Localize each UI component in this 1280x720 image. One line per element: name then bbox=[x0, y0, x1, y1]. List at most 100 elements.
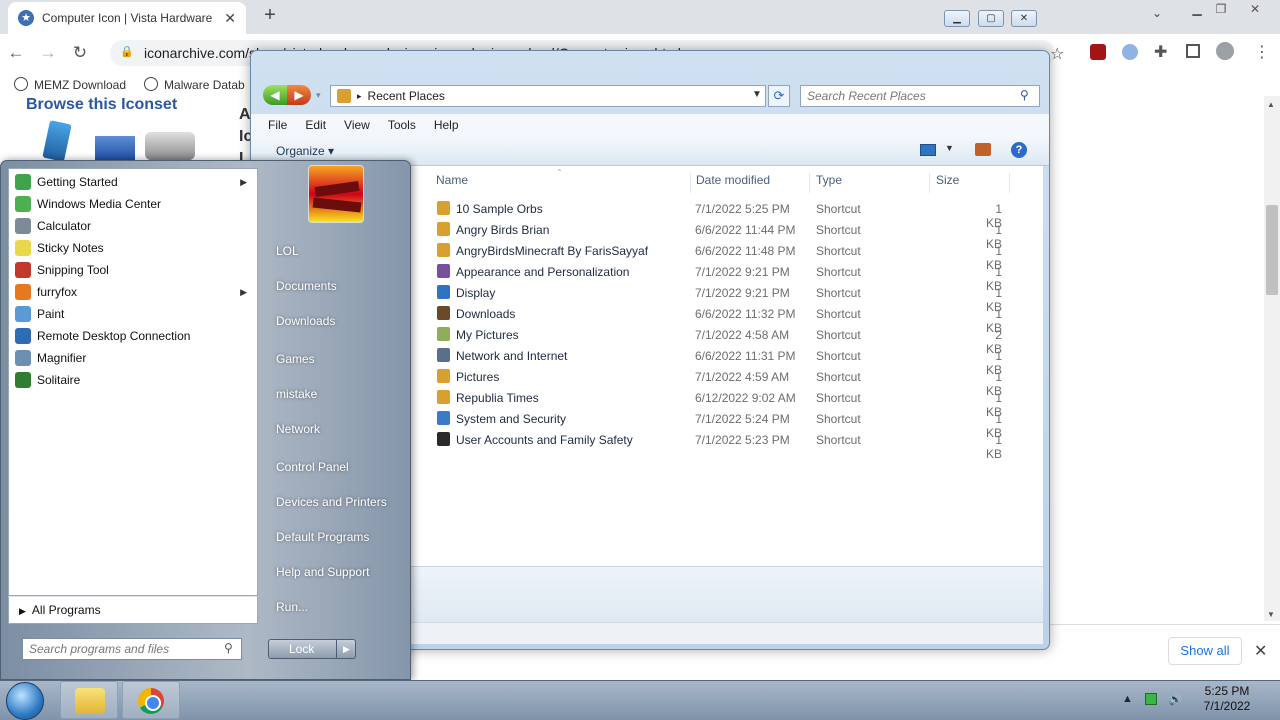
sidepanel-icon[interactable] bbox=[1186, 44, 1200, 58]
iconset-thumbnails[interactable] bbox=[40, 120, 200, 162]
chevron-down-icon[interactable]: ▼ bbox=[752, 89, 762, 100]
show-all-button[interactable]: Show all bbox=[1168, 637, 1242, 665]
file-row[interactable]: User Accounts and Family Safety 7/1/2022 … bbox=[430, 429, 1050, 461]
file-row[interactable]: Pictures 7/1/2022 4:59 AM Shortcut 1 KB bbox=[430, 366, 1050, 398]
back-arrow-icon[interactable]: ← bbox=[0, 43, 32, 63]
extension-icon[interactable] bbox=[1122, 44, 1138, 60]
tab-active[interactable]: ★ Computer Icon | Vista Hardware ✕ bbox=[8, 2, 246, 34]
help-icon[interactable]: ? bbox=[1011, 142, 1027, 158]
star-bookmark-icon[interactable]: ☆ bbox=[1050, 44, 1064, 64]
column-type[interactable]: Type bbox=[816, 173, 930, 193]
close-icon[interactable]: ✕ bbox=[1254, 641, 1267, 661]
extension-icon[interactable] bbox=[1090, 44, 1106, 60]
start-link[interactable]: Downloads bbox=[266, 308, 406, 334]
bookmark-item[interactable]: MEMZ Download bbox=[14, 76, 126, 92]
bookmark-item[interactable]: Malware Datab bbox=[144, 76, 245, 92]
search-icon[interactable]: ⚲ bbox=[1020, 88, 1029, 102]
start-link[interactable]: mistake bbox=[266, 381, 406, 407]
program-item[interactable]: Magnifier bbox=[9, 347, 257, 369]
reload-icon[interactable]: ↻ bbox=[64, 43, 96, 63]
restore-icon[interactable]: ❐ bbox=[1206, 0, 1236, 18]
program-item[interactable]: Remote Desktop Connection bbox=[9, 325, 257, 347]
program-item[interactable]: Windows Media Center bbox=[9, 193, 257, 215]
file-row[interactable]: Display 7/1/2022 9:21 PM Shortcut 1 KB bbox=[430, 282, 1050, 314]
taskbar-chrome-button[interactable] bbox=[122, 681, 180, 719]
scrollbar[interactable] bbox=[1264, 96, 1280, 621]
file-row[interactable]: AngryBirdsMinecraft By FarisSayyaf 6/6/20… bbox=[430, 240, 1050, 272]
scroll-down-icon[interactable]: ▼ bbox=[1267, 610, 1275, 619]
maximize-button[interactable]: ▢ bbox=[978, 10, 1004, 27]
menu-icon[interactable]: ⋮ bbox=[1254, 42, 1270, 62]
chevron-down-icon[interactable]: ▼ bbox=[945, 143, 954, 153]
menu-tools[interactable]: Tools bbox=[388, 118, 416, 132]
file-row[interactable]: Appearance and Personalization 7/1/2022 9… bbox=[430, 261, 1050, 293]
file-row[interactable]: System and Security 7/1/2022 5:24 PM Short… bbox=[430, 408, 1050, 440]
file-row[interactable]: Angry Birds Brian 6/6/2022 11:44 PM Shortc… bbox=[430, 219, 1050, 251]
network-icon[interactable] bbox=[1144, 693, 1157, 705]
recent-dropdown-icon[interactable]: ▾ bbox=[316, 90, 321, 101]
program-item[interactable]: Calculator bbox=[9, 215, 257, 237]
file-row[interactable]: Network and Internet 6/6/2022 11:31 PM Sho… bbox=[430, 345, 1050, 377]
scroll-up-icon[interactable]: ▲ bbox=[1267, 100, 1275, 109]
start-link[interactable]: Control Panel bbox=[266, 454, 406, 480]
view-icon[interactable] bbox=[920, 144, 936, 156]
close-button[interactable]: ✕ bbox=[1011, 10, 1037, 27]
column-size[interactable]: Size bbox=[936, 173, 1010, 193]
search-icon[interactable]: ⚲ bbox=[224, 641, 233, 655]
submenu-arrow-icon[interactable]: ▶ bbox=[240, 287, 247, 298]
start-search-input[interactable]: Search programs and files bbox=[22, 638, 242, 660]
start-link[interactable]: LOL bbox=[266, 238, 406, 264]
program-item[interactable]: Solitaire bbox=[9, 369, 257, 391]
user-picture[interactable] bbox=[308, 165, 364, 223]
start-link[interactable]: Run... bbox=[266, 594, 406, 620]
menu-file[interactable]: File bbox=[268, 118, 287, 132]
new-tab-button[interactable]: + bbox=[256, 4, 284, 27]
refresh-icon[interactable]: ⟳ bbox=[768, 85, 790, 107]
avatar[interactable] bbox=[1216, 42, 1234, 60]
volume-icon[interactable]: 🔊 bbox=[1169, 693, 1183, 706]
start-orb-icon[interactable] bbox=[6, 682, 44, 720]
show-hidden-icons-icon[interactable]: ▲ bbox=[1122, 693, 1133, 705]
menu-view[interactable]: View bbox=[344, 118, 370, 132]
program-item[interactable]: Paint bbox=[9, 303, 257, 325]
program-item[interactable]: Snipping Tool bbox=[9, 259, 257, 281]
file-row[interactable]: My Pictures 7/1/2022 4:58 AM Shortcut 2 KB bbox=[430, 324, 1050, 356]
chevron-down-icon[interactable]: ⌄ bbox=[1152, 6, 1162, 20]
all-programs-button[interactable]: ▶ All Programs bbox=[8, 596, 258, 624]
close-icon[interactable]: ✕ bbox=[1240, 0, 1270, 18]
forward-arrow-icon[interactable]: ▶ bbox=[287, 85, 311, 105]
program-item[interactable]: Getting Started ▶ bbox=[9, 171, 257, 193]
minimize-button[interactable]: ▁ bbox=[944, 10, 970, 27]
lock-icon[interactable]: 🔒 bbox=[120, 45, 134, 59]
nav-arrows[interactable]: ◀ ▶ bbox=[263, 85, 313, 105]
file-row[interactable]: 10 Sample Orbs 7/1/2022 5:25 PM Shortcut 1 … bbox=[430, 198, 1050, 230]
preview-pane-icon[interactable] bbox=[975, 143, 991, 156]
program-item[interactable]: furryfox ▶ bbox=[9, 281, 257, 303]
organize-button[interactable]: Organize ▾ bbox=[276, 144, 334, 158]
column-name[interactable]: Name bbox=[436, 173, 691, 193]
shutdown-options-icon[interactable]: ▶ bbox=[336, 639, 356, 659]
start-link[interactable]: Network bbox=[266, 416, 406, 442]
explorer-search-input[interactable]: Search Recent Places bbox=[800, 85, 1040, 107]
back-arrow-icon[interactable]: ◀ bbox=[263, 85, 287, 105]
file-row[interactable]: Downloads 6/6/2022 11:32 PM Shortcut 1 KB bbox=[430, 303, 1050, 335]
menu-help[interactable]: Help bbox=[434, 118, 459, 132]
start-link[interactable]: Default Programs bbox=[266, 524, 406, 550]
taskbar-explorer-button[interactable] bbox=[60, 681, 118, 719]
file-row[interactable]: Republia Times 6/12/2022 9:02 AM Shortcut 1… bbox=[430, 387, 1050, 419]
column-date[interactable]: Date modified bbox=[696, 173, 810, 193]
start-link[interactable]: Help and Support bbox=[266, 559, 406, 585]
start-link[interactable]: Documents bbox=[266, 273, 406, 299]
page-heading[interactable]: Browse this Iconset bbox=[26, 96, 177, 114]
close-icon[interactable]: ✕ bbox=[224, 10, 236, 27]
forward-arrow-icon[interactable]: → bbox=[32, 43, 64, 63]
start-link[interactable]: Games bbox=[266, 346, 406, 372]
explorer-address-bar[interactable]: ▸ Recent Places bbox=[330, 85, 766, 107]
menu-edit[interactable]: Edit bbox=[305, 118, 326, 132]
clock[interactable]: 5:25 PM 7/1/2022 bbox=[1196, 684, 1258, 714]
submenu-arrow-icon[interactable]: ▶ bbox=[240, 177, 247, 188]
program-item[interactable]: Sticky Notes bbox=[9, 237, 257, 259]
chevron-right-icon[interactable]: ▸ bbox=[357, 91, 362, 102]
puzzle-icon[interactable]: ✚ bbox=[1154, 42, 1167, 62]
scrollbar-thumb[interactable] bbox=[1266, 205, 1278, 295]
